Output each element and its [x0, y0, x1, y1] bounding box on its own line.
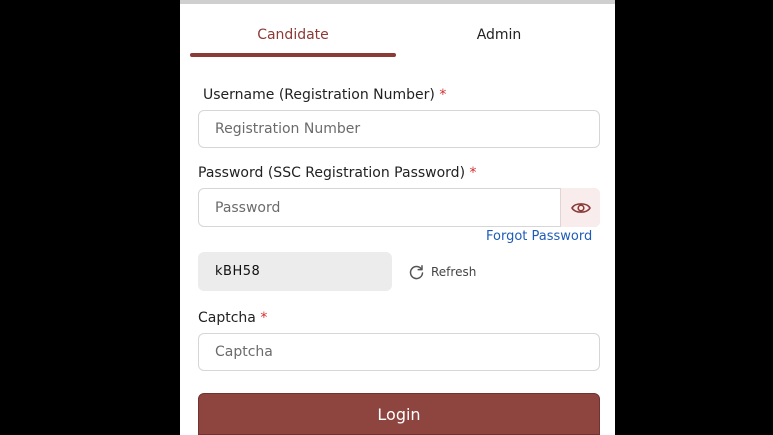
required-mark: * — [439, 87, 447, 103]
card-top-border — [180, 0, 615, 4]
username-label: Username (Registration Number) * — [203, 87, 446, 103]
login-card: Candidate Admin Username (Registration N… — [180, 0, 615, 435]
tab-candidate[interactable]: Candidate — [190, 18, 396, 54]
forgot-password-link[interactable]: Forgot Password — [486, 229, 592, 244]
eye-icon — [570, 202, 591, 213]
password-label: Password (SSC Registration Password) * — [198, 165, 477, 181]
login-tabs: Candidate Admin — [190, 18, 604, 58]
required-mark: * — [260, 310, 268, 326]
refresh-label: Refresh — [431, 265, 477, 279]
show-password-button[interactable] — [560, 188, 600, 227]
login-button[interactable]: Login — [198, 393, 600, 435]
captcha-label-text: Captcha — [198, 310, 256, 326]
captcha-label: Captcha * — [198, 310, 267, 326]
captcha-code: kBH58 — [215, 264, 261, 279]
active-tab-indicator — [190, 53, 396, 57]
username-input[interactable] — [198, 110, 600, 148]
required-mark: * — [469, 165, 477, 181]
password-field — [198, 188, 600, 227]
refresh-captcha-button[interactable]: Refresh — [408, 262, 476, 282]
captcha-input[interactable] — [198, 333, 600, 371]
captcha-image: kBH58 — [198, 252, 392, 291]
password-input[interactable] — [198, 188, 600, 227]
refresh-icon — [409, 264, 424, 279]
username-label-text: Username (Registration Number) — [203, 87, 435, 103]
password-label-text: Password (SSC Registration Password) — [198, 165, 466, 181]
tab-admin[interactable]: Admin — [396, 18, 602, 54]
